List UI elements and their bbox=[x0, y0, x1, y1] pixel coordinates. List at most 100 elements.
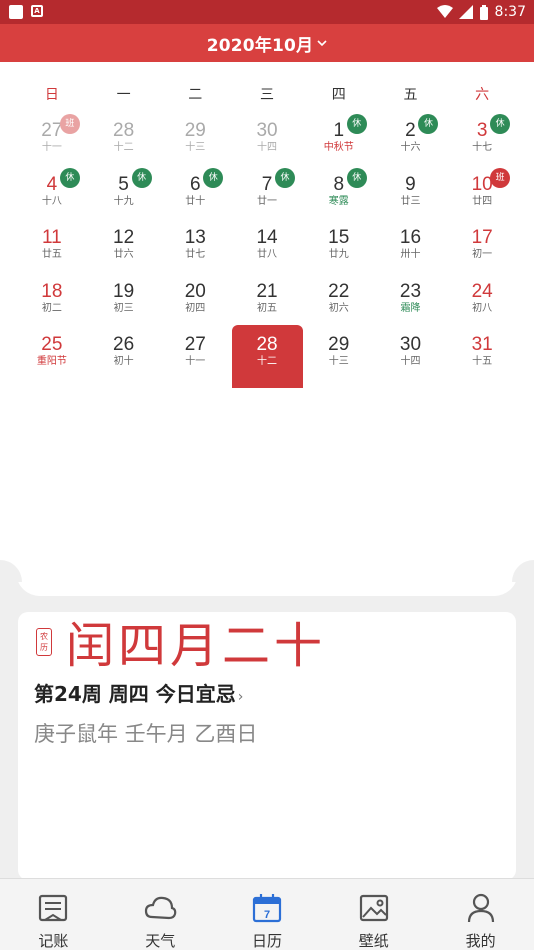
tab-label[interactable]: 天气 bbox=[107, 930, 214, 950]
day-number: 15 bbox=[328, 227, 350, 248]
lunar-day-label: 霜降 bbox=[400, 302, 421, 314]
day-cell[interactable]: 22 初六 bbox=[303, 273, 375, 327]
day-cell[interactable]: 20 初四 bbox=[159, 273, 231, 327]
day-number: 22 bbox=[328, 280, 350, 302]
today-yiji-link[interactable]: 第24周 周四 今日宜忌 › bbox=[34, 678, 243, 707]
day-number: 25 bbox=[41, 334, 63, 355]
day-cell[interactable]: 1 中秋节休 bbox=[303, 112, 375, 166]
lunar-day-label: 卅十 bbox=[400, 249, 421, 260]
month-title[interactable]: 2020年10月 bbox=[207, 31, 314, 56]
day-cell[interactable]: 29 十三 bbox=[303, 326, 375, 380]
day-cell[interactable]: 2 十六休 bbox=[375, 112, 447, 166]
day-number: 29 bbox=[328, 334, 350, 355]
day-cell[interactable]: 12 廿六 bbox=[88, 219, 160, 273]
cloud-icon[interactable] bbox=[143, 891, 177, 925]
holiday-badge: 休 bbox=[346, 167, 367, 188]
weekday-label: 三 bbox=[260, 87, 275, 103]
day-number: 28 bbox=[256, 334, 278, 355]
day-cell[interactable]: 9 廿三 bbox=[375, 166, 447, 220]
day-cell[interactable]: 27 十一 bbox=[159, 326, 231, 380]
day-number: 28 bbox=[113, 120, 135, 141]
calendar-icon[interactable]: 7 bbox=[250, 891, 284, 925]
tab-person[interactable]: 我的 bbox=[427, 879, 534, 950]
day-number: 30 bbox=[256, 120, 278, 141]
bottom-tab-bar: 记账 天气 7 日历 壁纸 我的 bbox=[0, 878, 534, 950]
day-cell[interactable]: 8 寒露休 bbox=[303, 166, 375, 220]
notification-icon bbox=[9, 5, 23, 19]
day-cell[interactable]: 7 廿一休 bbox=[231, 166, 303, 220]
day-cell[interactable]: 25 重阳节 bbox=[16, 326, 88, 380]
day-cell[interactable]: 28 十二 bbox=[88, 112, 160, 166]
day-cell[interactable]: 16 卅十 bbox=[375, 219, 447, 273]
lunar-day-label: 初十 bbox=[113, 356, 134, 367]
day-number: 21 bbox=[256, 280, 278, 302]
lunar-day-label: 十七 bbox=[472, 142, 493, 153]
day-detail-card: 农历 闰四月二十 第24周 周四 今日宜忌 › 庚子鼠年 壬午月 乙酉日 bbox=[18, 612, 516, 880]
day-cell[interactable]: 11 廿五 bbox=[16, 219, 88, 273]
day-cell[interactable]: 3 十七休 bbox=[446, 112, 518, 166]
tab-label[interactable]: 日历 bbox=[214, 930, 321, 950]
day-cell[interactable]: 21 初五 bbox=[231, 273, 303, 327]
week-line-text[interactable]: 第24周 周四 今日宜忌 bbox=[34, 682, 236, 706]
battery-icon bbox=[479, 4, 488, 20]
chevron-down-icon[interactable] bbox=[317, 38, 327, 48]
tab-label[interactable]: 壁纸 bbox=[320, 930, 427, 950]
day-cell[interactable]: 15 廿九 bbox=[303, 219, 375, 273]
tab-image[interactable]: 壁纸 bbox=[320, 879, 427, 950]
person-icon[interactable] bbox=[464, 891, 498, 925]
day-number: 29 bbox=[184, 120, 206, 141]
day-cell[interactable]: 26 初十 bbox=[88, 326, 160, 380]
lunar-day-label: 初二 bbox=[41, 302, 62, 314]
lunar-day-label: 十一 bbox=[185, 356, 206, 367]
tab-calendar[interactable]: 7 日历 bbox=[214, 879, 321, 950]
day-cell[interactable]: 17 初一 bbox=[446, 219, 518, 273]
day-cell[interactable]: 29 十三 bbox=[159, 112, 231, 166]
lunar-day-label: 廿一 bbox=[257, 195, 278, 207]
day-cell[interactable]: 30 十四 bbox=[231, 112, 303, 166]
day-cell[interactable]: 13 廿七 bbox=[159, 219, 231, 273]
day-cell-today[interactable]: 28 十二 bbox=[231, 325, 304, 388]
lunar-day-label: 廿十 bbox=[185, 195, 206, 207]
day-cell[interactable]: 30 十四 bbox=[375, 326, 447, 380]
workday-badge: 班 bbox=[59, 114, 80, 134]
weekday-label: 日 bbox=[44, 87, 59, 103]
lunar-day-label: 廿八 bbox=[257, 249, 278, 260]
month-header[interactable]: 2020年10月 bbox=[0, 24, 534, 62]
day-number: 14 bbox=[256, 227, 278, 248]
lunar-day-label: 十三 bbox=[328, 356, 349, 367]
day-cell[interactable]: 19 初三 bbox=[88, 273, 160, 327]
calendar-week-row: 4 十八休 5 十九休 6 廿十休 7 廿一休 8 寒露休 9 廿三 10 廿四班 bbox=[16, 166, 518, 220]
chevron-right-icon[interactable]: › bbox=[238, 689, 244, 705]
day-cell[interactable]: 18 初二 bbox=[16, 273, 88, 327]
day-number: 12 bbox=[113, 227, 135, 248]
day-cell[interactable]: 31 十五 bbox=[446, 326, 518, 380]
tab-cloud[interactable]: 天气 bbox=[107, 879, 214, 950]
day-cell[interactable]: 27 十一班 bbox=[16, 112, 88, 166]
lunar-day-label: 十四 bbox=[400, 356, 421, 367]
day-number: 9 bbox=[405, 173, 416, 195]
day-cell[interactable]: 23 霜降 bbox=[375, 273, 447, 327]
lunar-day-label: 十二 bbox=[257, 356, 278, 367]
day-cell[interactable]: 14 廿八 bbox=[231, 219, 303, 273]
calendar-week-row: 25 重阳节 26 初十 27 十一 28 十二 29 十三 30 十四 31 十五 bbox=[16, 325, 518, 388]
day-cell[interactable]: 24 初八 bbox=[446, 273, 518, 327]
day-cell[interactable]: 10 廿四班 bbox=[446, 166, 518, 220]
tab-label[interactable]: 记账 bbox=[0, 930, 107, 950]
day-number: 16 bbox=[399, 227, 422, 248]
lunar-day-label: 廿九 bbox=[328, 249, 349, 260]
day-number: 27 bbox=[184, 334, 206, 355]
day-cell[interactable]: 5 十九休 bbox=[88, 166, 160, 220]
day-cell[interactable]: 4 十八休 bbox=[16, 166, 88, 220]
tab-ledger[interactable]: 记账 bbox=[0, 879, 107, 950]
lunar-day-label: 十四 bbox=[257, 142, 278, 153]
day-number: 17 bbox=[471, 227, 493, 248]
lunar-day-label: 寒露 bbox=[328, 195, 349, 207]
weekday-label: 四 bbox=[331, 87, 346, 103]
tab-label[interactable]: 我的 bbox=[427, 930, 534, 950]
status-time: 8:37 bbox=[494, 4, 526, 20]
lunar-day-label: 十五 bbox=[472, 356, 493, 367]
day-cell[interactable]: 6 廿十休 bbox=[159, 166, 231, 220]
ganzhi-text: 庚子鼠年 壬午月 乙酉日 bbox=[34, 722, 258, 746]
ledger-icon[interactable] bbox=[36, 891, 70, 925]
image-icon[interactable] bbox=[357, 891, 391, 925]
